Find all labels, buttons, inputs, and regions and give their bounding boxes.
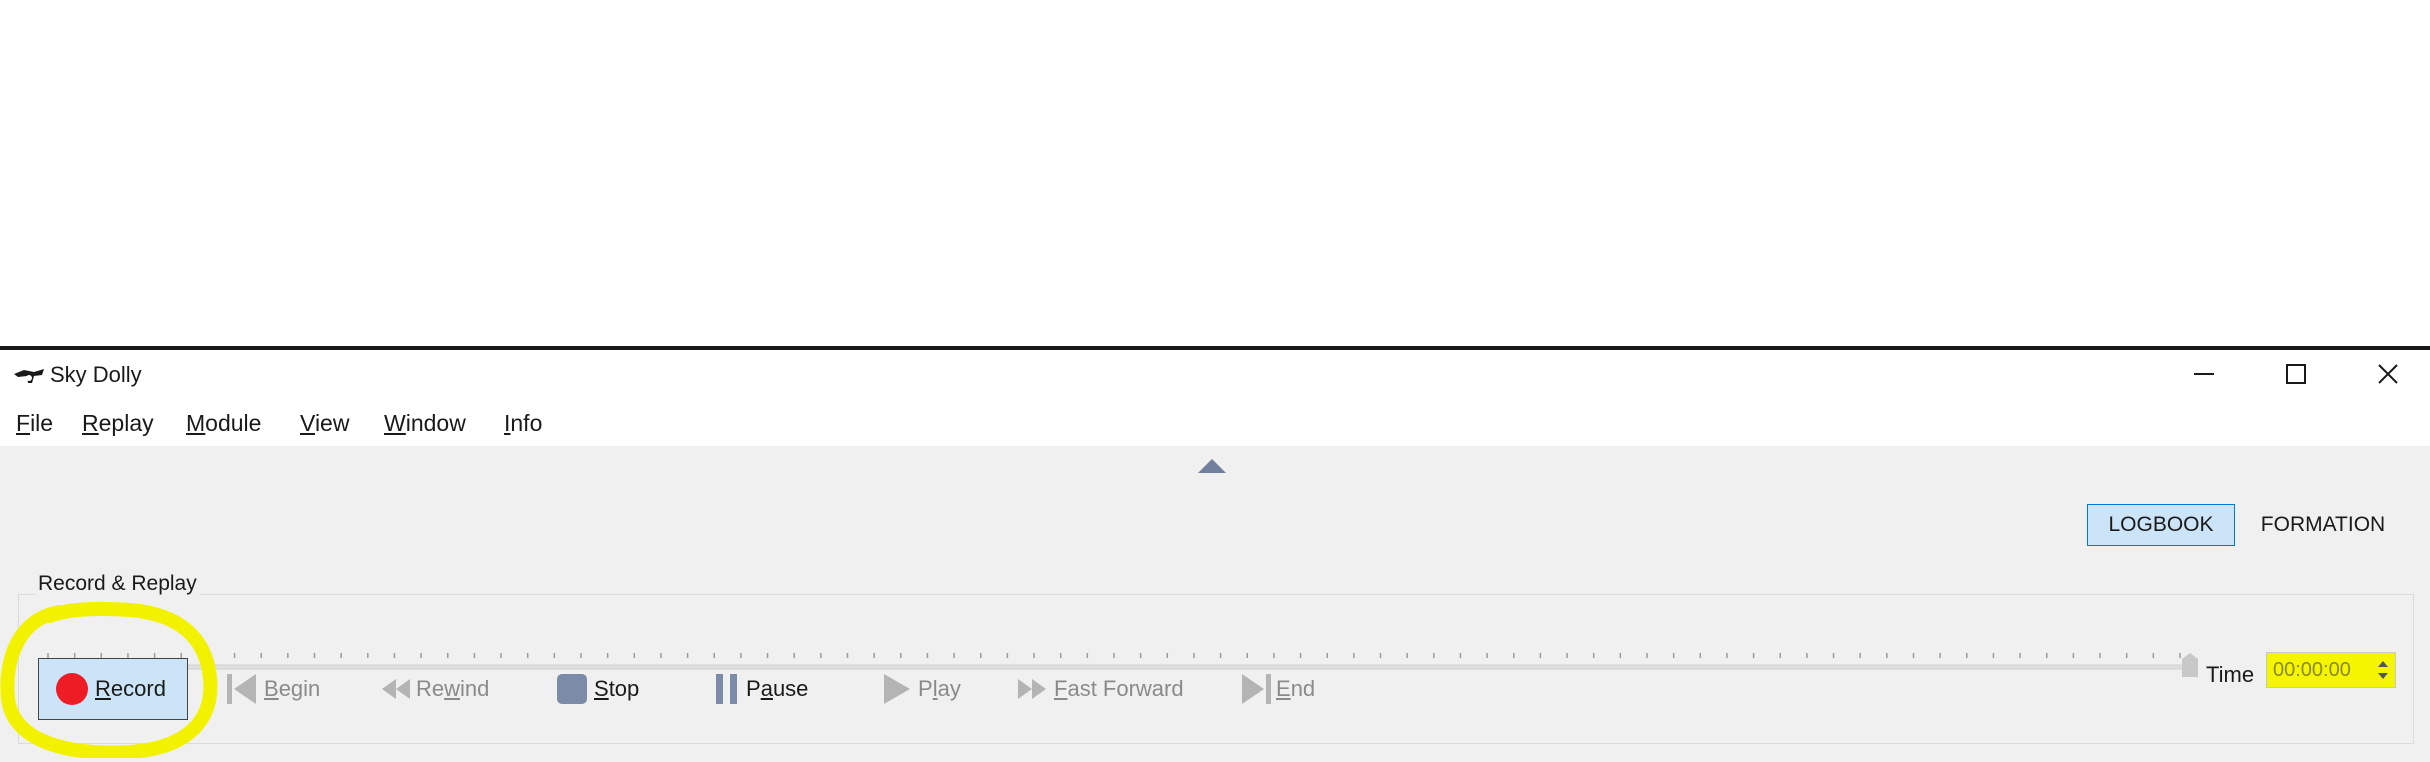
rewind-button[interactable]: Rewind: [380, 658, 489, 720]
stop-icon: [557, 674, 587, 704]
blank-area: [0, 0, 2430, 346]
main-content: LOGBOOK FORMATION Record & Replay Time 0…: [0, 446, 2430, 762]
pause-label: Pause: [746, 676, 809, 701]
minimize-button[interactable]: [2158, 350, 2250, 398]
menu-bar: File Replay Module View Window Info: [0, 400, 2430, 446]
pause-icon: [716, 674, 737, 704]
pause-button[interactable]: Pause: [714, 658, 808, 720]
time-spinbox[interactable]: 00:00:00: [2266, 652, 2396, 688]
menu-window[interactable]: Window: [384, 410, 466, 437]
menu-view[interactable]: View: [300, 410, 349, 437]
menu-info[interactable]: Info: [504, 410, 542, 437]
time-value: 00:00:00: [2273, 659, 2351, 681]
skip-back-icon: [227, 674, 256, 704]
skip-end-icon: [1242, 674, 1271, 704]
end-button[interactable]: End: [1240, 658, 1315, 720]
menu-module[interactable]: Module: [186, 410, 261, 437]
close-icon: [2378, 364, 2398, 384]
end-label: End: [1276, 676, 1316, 701]
play-button[interactable]: Play: [882, 658, 961, 720]
fast-forward-icon: [1018, 679, 1046, 699]
menu-replay[interactable]: Replay: [82, 410, 154, 437]
highlight-ring: [0, 601, 218, 758]
spin-arrows-icon[interactable]: [2377, 659, 2389, 681]
rewind-icon: [382, 679, 410, 699]
close-button[interactable]: [2342, 350, 2430, 398]
minimize-icon: [2194, 373, 2214, 375]
window-title: Sky Dolly: [50, 362, 142, 387]
record-button[interactable]: Record: [38, 658, 188, 720]
collapse-arrow-icon[interactable]: [1197, 458, 1227, 474]
fast-forward-label: Fast Forward: [1054, 676, 1184, 701]
record-icon: [56, 673, 88, 705]
app-logo-icon: [14, 369, 44, 383]
time-label: Time: [2206, 662, 2255, 687]
fast-forward-button[interactable]: Fast Forward: [1016, 658, 1184, 720]
play-label: Play: [918, 676, 961, 701]
tab-logbook[interactable]: LOGBOOK: [2087, 504, 2235, 546]
rewind-label: Rewind: [416, 676, 490, 701]
menu-file[interactable]: File: [16, 410, 53, 437]
app-window: Sky Dolly File Replay Module View Window…: [0, 346, 2430, 762]
begin-label: Begin: [264, 676, 321, 701]
maximize-button[interactable]: [2250, 350, 2342, 398]
record-label: Record: [95, 676, 166, 701]
stop-label: Stop: [594, 676, 640, 701]
title-bar: Sky Dolly: [0, 350, 2430, 400]
tab-formation[interactable]: FORMATION: [2248, 504, 2398, 546]
slider-handle[interactable]: [2182, 653, 2198, 677]
stop-button[interactable]: Stop: [556, 658, 639, 720]
maximize-icon: [2286, 364, 2306, 384]
begin-button[interactable]: Begin: [226, 658, 320, 720]
play-icon: [884, 674, 910, 704]
